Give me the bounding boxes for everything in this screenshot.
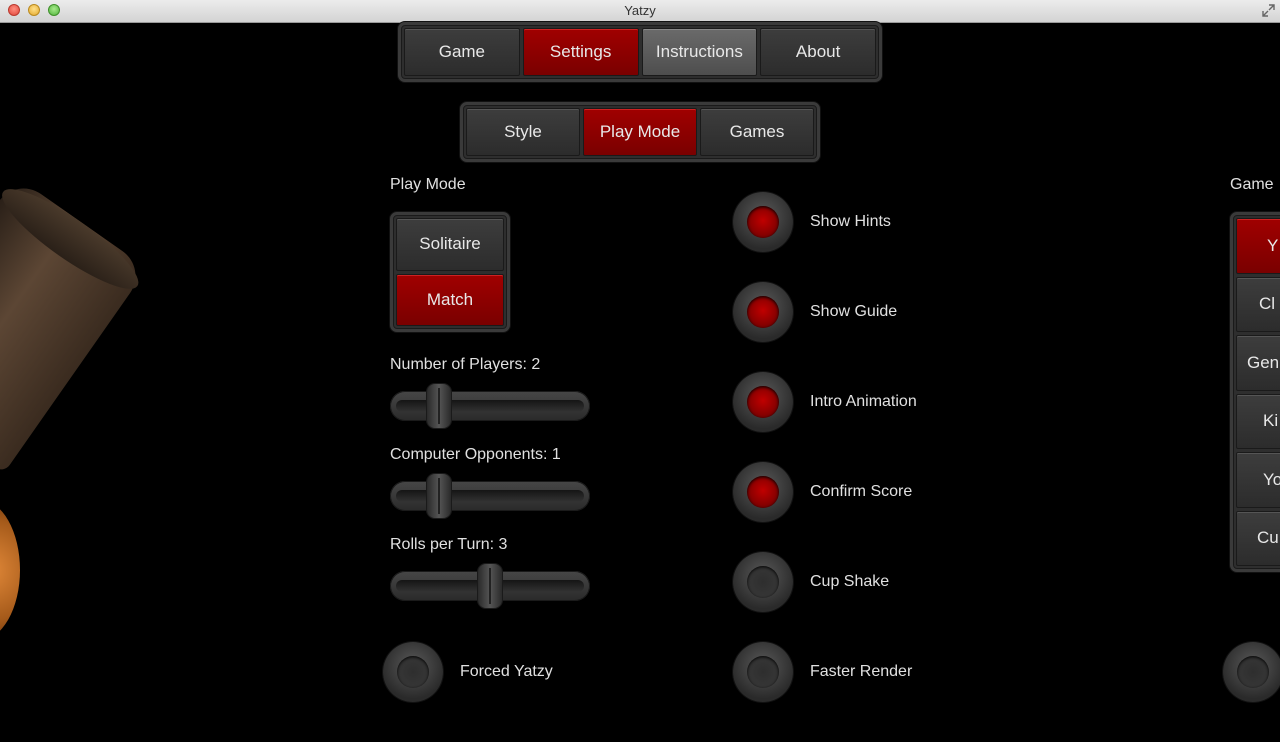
tab-games[interactable]: Games: [700, 108, 814, 156]
intro-animation-toggle[interactable]: [733, 372, 793, 432]
toggle-indicator: [747, 566, 779, 598]
dice-image: [0, 500, 20, 640]
tab-game[interactable]: Game: [404, 28, 520, 76]
main-tab-bar: Game Settings Instructions About: [398, 22, 882, 82]
toggle-indicator: [747, 386, 779, 418]
tab-style[interactable]: Style: [466, 108, 580, 156]
cup-shake-toggle[interactable]: [733, 552, 793, 612]
intro-animation-label: Intro Animation: [810, 393, 917, 410]
tab-about[interactable]: About: [760, 28, 876, 76]
game-type-option[interactable]: Cu: [1236, 510, 1280, 566]
show-hints-label: Show Hints: [810, 213, 891, 230]
confirm-score-label: Confirm Score: [810, 483, 913, 500]
game-type-option[interactable]: Cl: [1236, 276, 1280, 332]
toggle-indicator: [747, 296, 779, 328]
toggle-indicator: [1237, 656, 1269, 688]
tab-instructions[interactable]: Instructions: [641, 28, 758, 76]
play-mode-heading: Play Mode: [390, 176, 466, 193]
faster-render-label: Faster Render: [810, 663, 913, 680]
show-guide-label: Show Guide: [810, 303, 898, 320]
rolls-per-turn-label: Rolls per Turn: 3: [390, 536, 508, 553]
computer-opponents-label: Computer Opponents: 1: [390, 446, 561, 463]
game-type-option[interactable]: Ki: [1236, 393, 1280, 449]
play-mode-selector: Solitaire Match: [390, 212, 510, 332]
confirm-score-toggle[interactable]: [733, 462, 793, 522]
number-of-players-label: Number of Players: 2: [390, 356, 541, 373]
slider-thumb[interactable]: [477, 563, 503, 609]
number-of-players-slider[interactable]: [390, 383, 590, 429]
computer-opponents-slider[interactable]: [390, 473, 590, 519]
cup-shake-label: Cup Shake: [810, 573, 890, 590]
forced-yatzy-label: Forced Yatzy: [460, 663, 553, 680]
fullscreen-icon[interactable]: [1262, 4, 1275, 17]
tab-settings[interactable]: Settings: [522, 28, 639, 76]
window-title: Yatzy: [624, 3, 656, 18]
settings-sub-tab-bar: Style Play Mode Games: [460, 102, 820, 162]
dice-cup-image: [0, 176, 148, 474]
game-type-heading: Game: [1230, 176, 1274, 193]
game-type-option[interactable]: Gen: [1236, 335, 1280, 391]
forced-yatzy-toggle[interactable]: [383, 642, 443, 702]
show-hints-toggle[interactable]: [733, 192, 793, 252]
game-option-toggle[interactable]: [1223, 642, 1280, 702]
solitaire-option[interactable]: Solitaire: [396, 218, 504, 271]
toggle-indicator: [397, 656, 429, 688]
game-type-option[interactable]: Y: [1236, 218, 1280, 274]
toggle-indicator: [747, 476, 779, 508]
show-guide-toggle[interactable]: [733, 282, 793, 342]
match-option[interactable]: Match: [396, 273, 504, 326]
tab-play-mode[interactable]: Play Mode: [583, 108, 697, 156]
toggle-indicator: [747, 206, 779, 238]
slider-thumb[interactable]: [426, 383, 452, 429]
game-type-selector: Y Cl Gen Ki Yo Cu: [1230, 212, 1280, 572]
slider-thumb[interactable]: [426, 473, 452, 519]
game-type-option[interactable]: Yo: [1236, 452, 1280, 508]
toggle-indicator: [747, 656, 779, 688]
faster-render-toggle[interactable]: [733, 642, 793, 702]
window-titlebar: Yatzy: [0, 0, 1280, 23]
rolls-per-turn-slider[interactable]: [390, 563, 590, 609]
